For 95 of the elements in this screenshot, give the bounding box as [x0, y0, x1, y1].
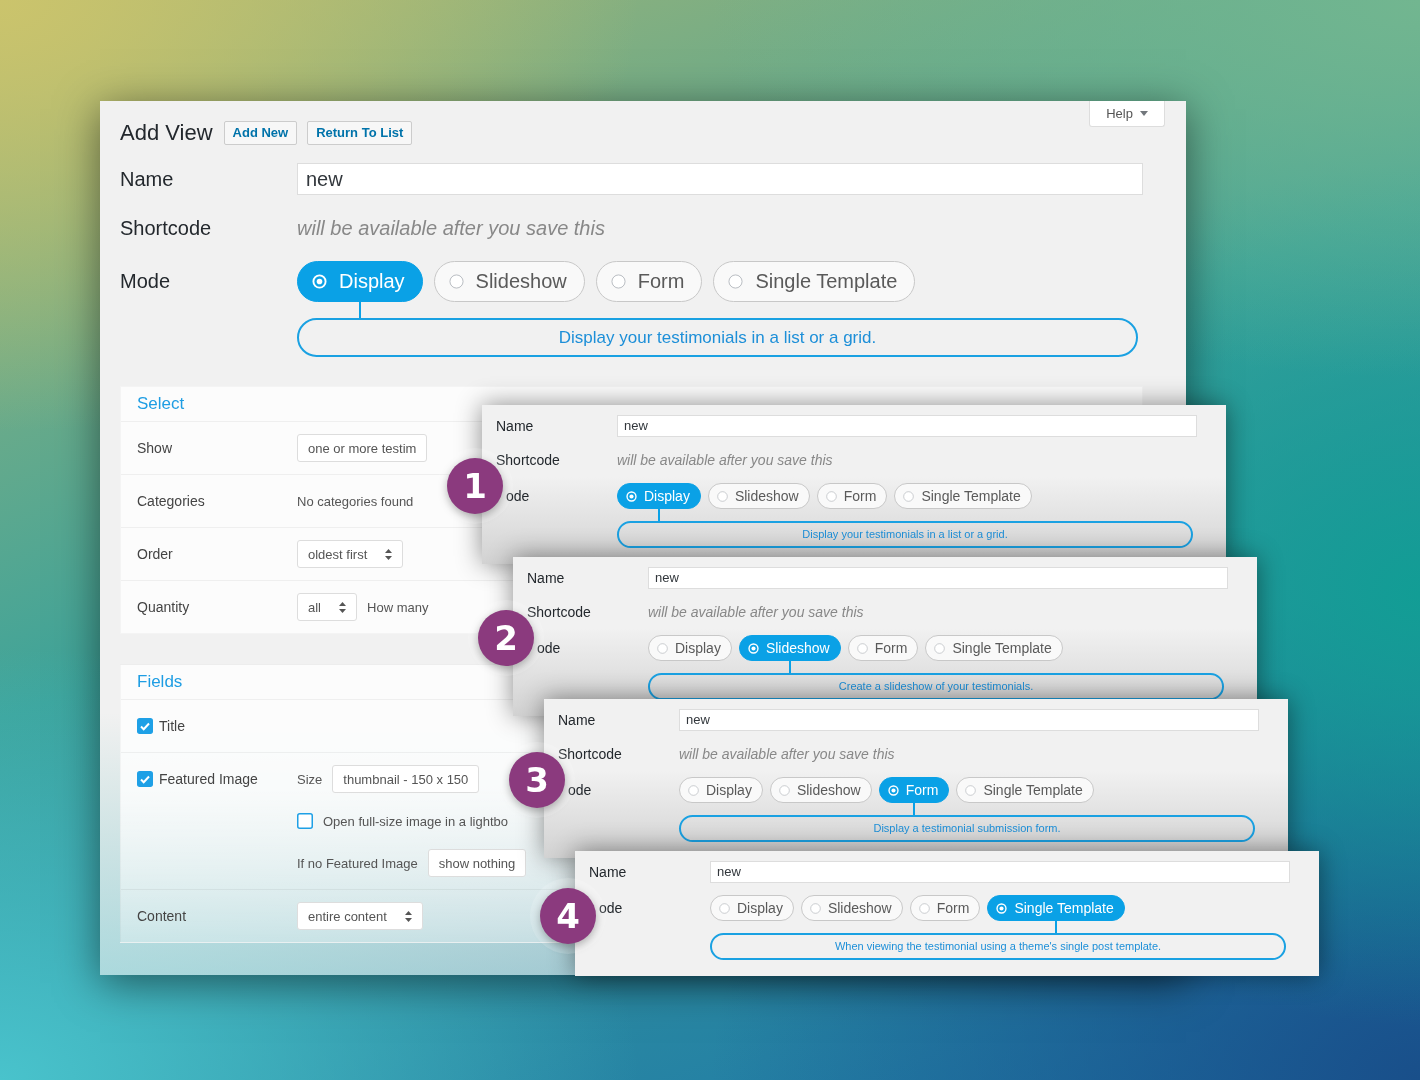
radio-icon — [809, 902, 821, 914]
setting-text: Open full-size image in a lightbo — [323, 813, 508, 829]
mode-option[interactable]: Form — [816, 483, 888, 509]
field-label: Mode — [120, 269, 172, 294]
field-label: ode — [536, 639, 562, 658]
field-label: Name — [496, 418, 535, 434]
section-heading: Select — [137, 394, 185, 414]
radio-icon — [610, 274, 626, 289]
mode-option[interactable]: Display — [679, 777, 763, 803]
radio-icon — [626, 490, 637, 502]
setting-label: Featured Image — [159, 771, 258, 787]
connector-line — [913, 803, 916, 815]
mode-description: Display a testimonial submission form. — [679, 815, 1255, 842]
help-button[interactable]: Help — [1089, 101, 1165, 127]
radio-icon — [887, 784, 899, 796]
radio-icon — [716, 490, 728, 502]
mode-option[interactable]: Display — [648, 635, 732, 661]
mode-description: Display your testimonials in a list or a grid. — [297, 318, 1138, 357]
mode-description: When viewing the testimonial using a theme's single post template. — [710, 933, 1286, 960]
mode-option[interactable]: Single Template — [713, 261, 916, 302]
radio-icon — [728, 274, 744, 289]
select-field[interactable]: oldest first — [297, 540, 404, 568]
mode-option[interactable]: Single Template — [894, 483, 1032, 509]
radio-icon — [778, 784, 790, 796]
field-label: Shortcode — [120, 216, 213, 240]
section-heading: Fields — [137, 672, 183, 692]
radio-icon — [688, 784, 699, 796]
text-input[interactable]: new — [710, 861, 1290, 883]
connector-line — [358, 302, 361, 318]
radio-icon — [448, 274, 464, 289]
caret-icon — [1139, 111, 1148, 116]
setting-label: Content — [137, 908, 187, 924]
checkbox[interactable] — [137, 771, 153, 787]
radio-icon — [856, 642, 868, 654]
mode-option[interactable]: Form — [909, 895, 981, 921]
select-field[interactable]: one or more testim — [297, 434, 428, 462]
radio-icon — [965, 784, 977, 796]
page-title: Add View — [120, 121, 213, 145]
field-label: ode — [505, 487, 531, 506]
select-field[interactable]: all — [297, 593, 357, 621]
radio-icon — [657, 642, 668, 654]
select-field[interactable]: entire content — [297, 902, 423, 930]
setting-label: Show — [137, 440, 173, 456]
setting-text: If no Featured Image — [297, 855, 418, 871]
text-input[interactable]: new — [297, 163, 1143, 195]
text-input[interactable]: new — [679, 709, 1259, 731]
setting-text: How many — [367, 599, 429, 615]
mode-option[interactable]: Slideshow — [707, 483, 810, 509]
field-label: Name — [527, 570, 566, 586]
setting-label: Order — [137, 546, 173, 562]
setting-label: Title — [159, 718, 185, 734]
field-label: Name — [558, 712, 597, 728]
mode-option[interactable]: Slideshow — [800, 895, 903, 921]
text-input[interactable]: new — [648, 567, 1228, 589]
radio-icon — [312, 274, 327, 289]
select-field[interactable]: thumbnail - 150 x 150 — [332, 765, 480, 793]
text-input[interactable]: new — [617, 415, 1197, 437]
mode-option[interactable]: Single Template — [925, 635, 1063, 661]
radio-icon — [934, 642, 946, 654]
setting-text: No categories found — [297, 493, 414, 509]
sort-arrows-icon — [404, 910, 412, 922]
shortcode-note: will be available after you save this — [648, 603, 864, 622]
radio-icon — [825, 490, 837, 502]
header-button[interactable]: Add New — [223, 121, 298, 145]
sort-arrows-icon — [339, 601, 346, 613]
field-label: Name — [120, 167, 175, 191]
checkbox[interactable] — [297, 813, 313, 829]
radio-icon — [747, 642, 759, 654]
connector-line — [788, 661, 791, 673]
header-button[interactable]: Return To List — [307, 121, 413, 145]
radio-icon — [903, 490, 915, 502]
field-label: ode — [598, 899, 624, 918]
radio-icon — [918, 902, 930, 914]
connector-line — [1055, 921, 1058, 933]
field-label: Name — [589, 864, 628, 880]
mode-option[interactable]: Slideshow — [769, 777, 872, 803]
shortcode-note: will be available after you save this — [679, 745, 895, 764]
mode-option[interactable]: Form — [595, 261, 703, 302]
shortcode-note: will be available after you save this — [617, 451, 833, 470]
field-label: ode — [567, 781, 593, 800]
select-field[interactable]: show nothing — [427, 849, 527, 877]
mode-description: Display your testimonials in a list or a grid. — [617, 521, 1193, 548]
connector-line — [657, 509, 660, 521]
mode-option[interactable]: Single Template — [956, 777, 1094, 803]
sort-arrows-icon — [385, 548, 393, 560]
radio-icon — [996, 902, 1008, 914]
setting-text: Size — [297, 771, 323, 787]
shortcode-note: will be available after you save this — [297, 216, 605, 241]
radio-icon — [719, 902, 730, 914]
mode-option[interactable]: Display — [710, 895, 794, 921]
checkbox[interactable] — [137, 718, 153, 734]
setting-label: Categories — [137, 493, 205, 509]
setting-label: Quantity — [137, 599, 190, 615]
mode-option[interactable]: Slideshow — [433, 261, 585, 302]
mode-option[interactable]: Form — [847, 635, 919, 661]
